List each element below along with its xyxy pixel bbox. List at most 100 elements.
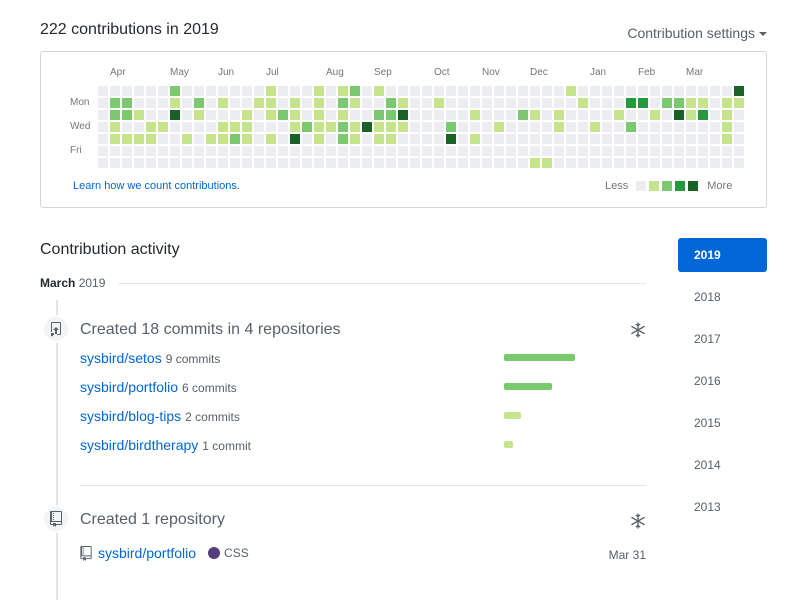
calendar-day-cell[interactable] [434, 122, 444, 132]
calendar-day-cell[interactable] [218, 122, 228, 132]
calendar-day-cell[interactable] [722, 134, 732, 144]
calendar-day-cell[interactable] [98, 146, 108, 156]
calendar-day-cell[interactable] [398, 146, 408, 156]
calendar-day-cell[interactable] [338, 158, 348, 168]
calendar-day-cell[interactable] [134, 98, 144, 108]
calendar-day-cell[interactable] [242, 98, 252, 108]
calendar-day-cell[interactable] [710, 122, 720, 132]
calendar-day-cell[interactable] [218, 158, 228, 168]
calendar-day-cell[interactable] [458, 122, 468, 132]
calendar-day-cell[interactable] [590, 146, 600, 156]
calendar-day-cell[interactable] [350, 98, 360, 108]
calendar-day-cell[interactable] [338, 122, 348, 132]
calendar-day-cell[interactable] [638, 158, 648, 168]
calendar-day-cell[interactable] [146, 146, 156, 156]
calendar-day-cell[interactable] [698, 110, 708, 120]
repo-link[interactable]: sysbird/setos [80, 350, 162, 366]
calendar-day-cell[interactable] [722, 86, 732, 96]
calendar-day-cell[interactable] [374, 86, 384, 96]
calendar-day-cell[interactable] [578, 86, 588, 96]
calendar-day-cell[interactable] [482, 86, 492, 96]
calendar-day-cell[interactable] [710, 158, 720, 168]
calendar-day-cell[interactable] [566, 110, 576, 120]
calendar-day-cell[interactable] [530, 122, 540, 132]
calendar-day-cell[interactable] [194, 158, 204, 168]
calendar-day-cell[interactable] [134, 122, 144, 132]
calendar-day-cell[interactable] [146, 98, 156, 108]
calendar-day-cell[interactable] [614, 110, 624, 120]
calendar-day-cell[interactable] [122, 86, 132, 96]
calendar-day-cell[interactable] [230, 146, 240, 156]
unfold-icon[interactable] [630, 513, 646, 529]
calendar-day-cell[interactable] [530, 86, 540, 96]
calendar-day-cell[interactable] [602, 146, 612, 156]
calendar-day-cell[interactable] [398, 86, 408, 96]
calendar-day-cell[interactable] [686, 98, 696, 108]
calendar-day-cell[interactable] [146, 122, 156, 132]
calendar-day-cell[interactable] [446, 146, 456, 156]
calendar-day-cell[interactable] [674, 158, 684, 168]
calendar-day-cell[interactable] [290, 158, 300, 168]
calendar-day-cell[interactable] [386, 146, 396, 156]
calendar-day-cell[interactable] [722, 158, 732, 168]
calendar-day-cell[interactable] [266, 158, 276, 168]
calendar-day-cell[interactable] [686, 134, 696, 144]
calendar-day-cell[interactable] [662, 122, 672, 132]
calendar-day-cell[interactable] [206, 98, 216, 108]
calendar-day-cell[interactable] [710, 98, 720, 108]
calendar-day-cell[interactable] [710, 110, 720, 120]
calendar-day-cell[interactable] [122, 98, 132, 108]
calendar-day-cell[interactable] [314, 98, 324, 108]
calendar-day-cell[interactable] [302, 122, 312, 132]
repo-link[interactable]: sysbird/blog-tips [80, 408, 181, 424]
calendar-day-cell[interactable] [734, 146, 744, 156]
calendar-day-cell[interactable] [602, 134, 612, 144]
calendar-day-cell[interactable] [374, 158, 384, 168]
calendar-day-cell[interactable] [122, 134, 132, 144]
calendar-day-cell[interactable] [506, 146, 516, 156]
calendar-day-cell[interactable] [530, 158, 540, 168]
calendar-day-cell[interactable] [638, 86, 648, 96]
calendar-day-cell[interactable] [590, 110, 600, 120]
calendar-day-cell[interactable] [98, 110, 108, 120]
calendar-day-cell[interactable] [326, 110, 336, 120]
calendar-day-cell[interactable] [722, 122, 732, 132]
calendar-day-cell[interactable] [242, 134, 252, 144]
calendar-day-cell[interactable] [626, 134, 636, 144]
calendar-day-cell[interactable] [698, 98, 708, 108]
calendar-day-cell[interactable] [386, 158, 396, 168]
calendar-day-cell[interactable] [230, 86, 240, 96]
calendar-day-cell[interactable] [326, 86, 336, 96]
calendar-day-cell[interactable] [506, 158, 516, 168]
calendar-day-cell[interactable] [182, 158, 192, 168]
calendar-day-cell[interactable] [290, 146, 300, 156]
calendar-day-cell[interactable] [518, 134, 528, 144]
calendar-day-cell[interactable] [290, 122, 300, 132]
calendar-day-cell[interactable] [698, 158, 708, 168]
learn-contributions-link[interactable]: Learn how we count contributions. [73, 180, 240, 192]
calendar-day-cell[interactable] [242, 158, 252, 168]
calendar-day-cell[interactable] [422, 110, 432, 120]
calendar-day-cell[interactable] [410, 86, 420, 96]
calendar-day-cell[interactable] [254, 98, 264, 108]
calendar-day-cell[interactable] [482, 134, 492, 144]
calendar-day-cell[interactable] [494, 110, 504, 120]
calendar-day-cell[interactable] [602, 98, 612, 108]
calendar-day-cell[interactable] [278, 98, 288, 108]
calendar-day-cell[interactable] [278, 158, 288, 168]
calendar-day-cell[interactable] [590, 134, 600, 144]
calendar-day-cell[interactable] [590, 158, 600, 168]
calendar-day-cell[interactable] [386, 134, 396, 144]
calendar-day-cell[interactable] [614, 86, 624, 96]
calendar-day-cell[interactable] [614, 122, 624, 132]
calendar-day-cell[interactable] [242, 146, 252, 156]
calendar-day-cell[interactable] [290, 134, 300, 144]
calendar-day-cell[interactable] [170, 134, 180, 144]
calendar-day-cell[interactable] [482, 158, 492, 168]
calendar-day-cell[interactable] [266, 146, 276, 156]
calendar-day-cell[interactable] [422, 86, 432, 96]
calendar-day-cell[interactable] [386, 110, 396, 120]
calendar-day-cell[interactable] [362, 98, 372, 108]
calendar-day-cell[interactable] [674, 86, 684, 96]
calendar-day-cell[interactable] [698, 122, 708, 132]
